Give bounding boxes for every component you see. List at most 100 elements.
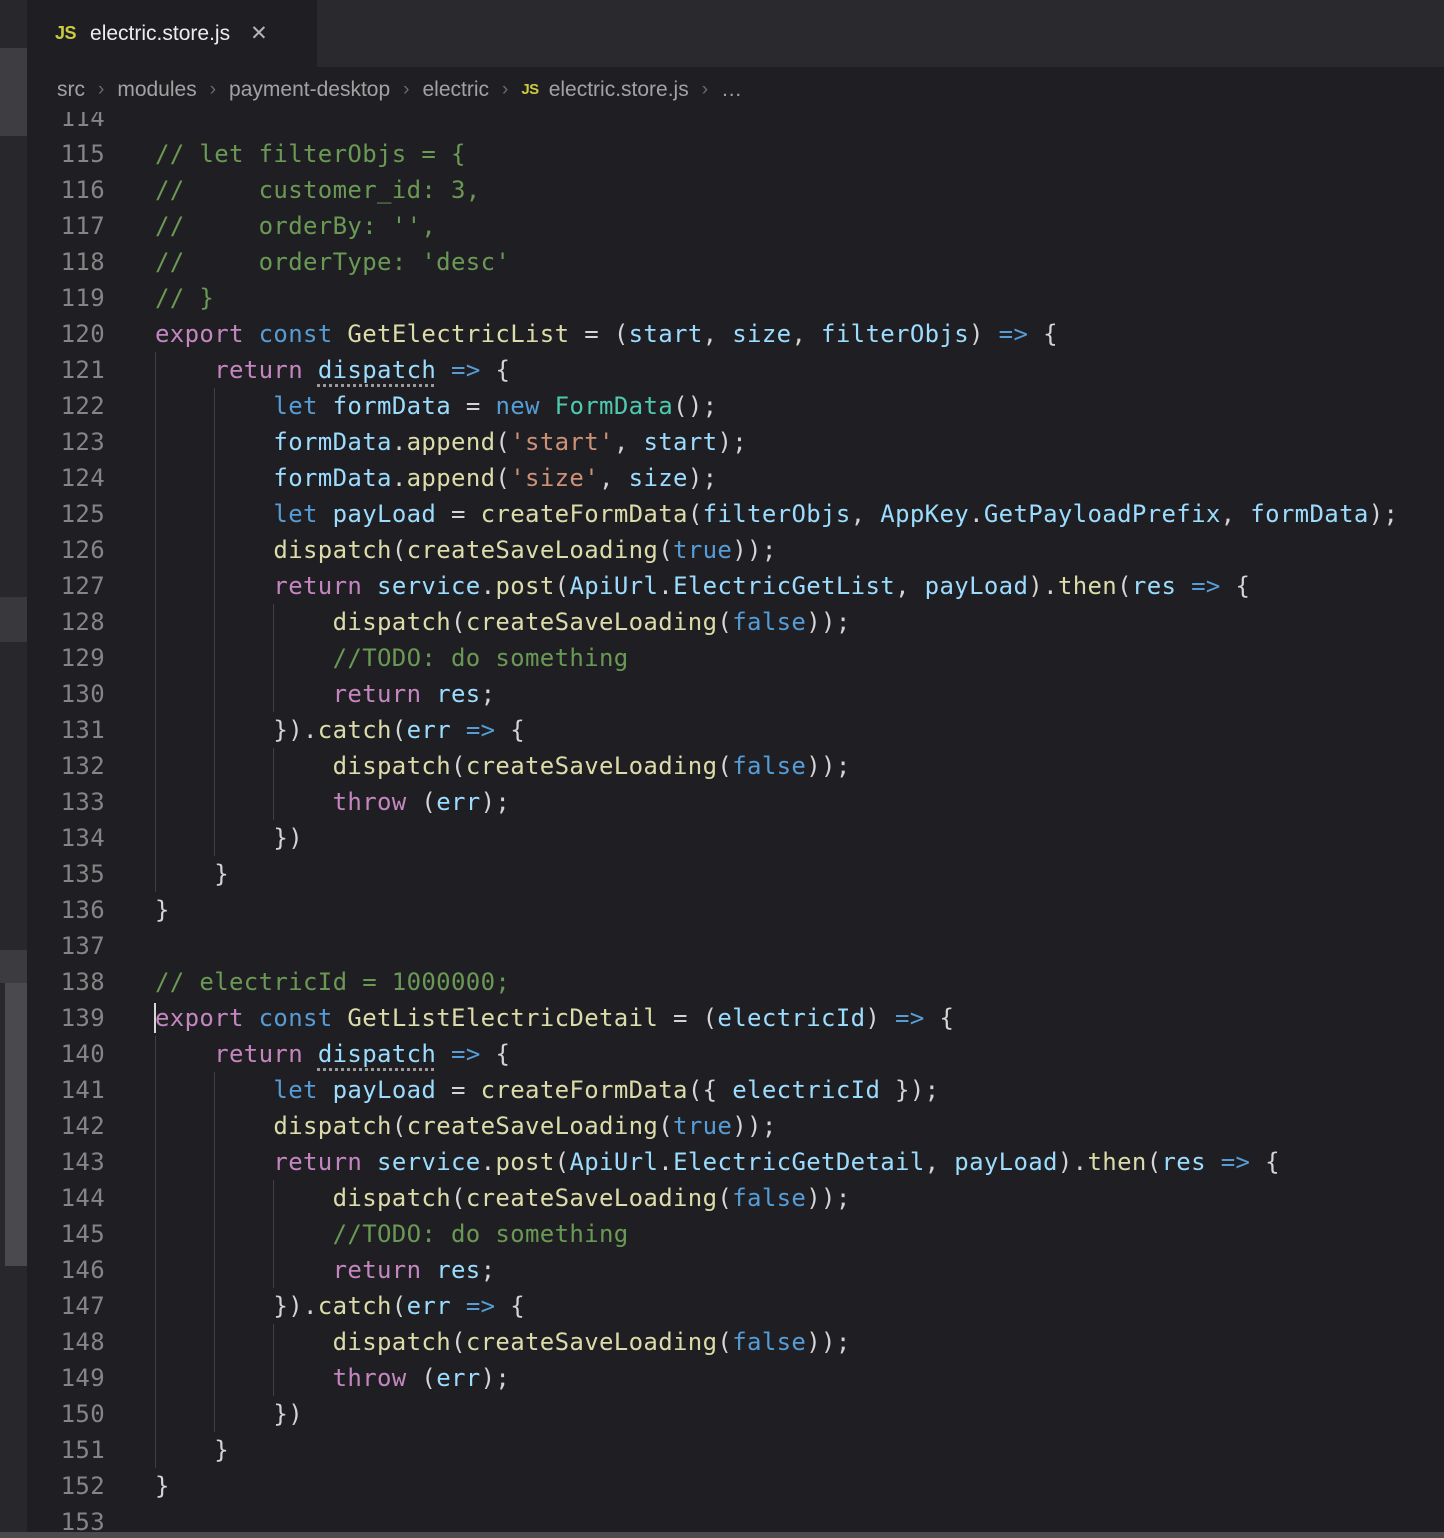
panel-item-highlight [0,48,27,136]
indent-guide [155,856,156,892]
code-line[interactable]: 142 dispatch(createSaveLoading(true)); [27,1108,1444,1144]
line-number[interactable]: 127 [27,568,105,604]
panel-item-highlight [0,597,27,642]
code-line[interactable]: 131 }).catch(err => { [27,712,1444,748]
code-line[interactable]: 126 dispatch(createSaveLoading(true)); [27,532,1444,568]
code-line[interactable]: 130 return res; [27,676,1444,712]
line-number[interactable]: 122 [27,388,105,424]
line-number[interactable]: 141 [27,1072,105,1108]
code-line[interactable]: 135 } [27,856,1444,892]
line-number[interactable]: 137 [27,928,105,964]
line-number[interactable]: 126 [27,532,105,568]
line-number[interactable]: 150 [27,1396,105,1432]
code-line[interactable]: 134 }) [27,820,1444,856]
line-number[interactable]: 114 [27,112,105,136]
code-line[interactable]: 151 } [27,1432,1444,1468]
code-line[interactable]: 146 return res; [27,1252,1444,1288]
code-line[interactable]: 140 return dispatch => { [27,1036,1444,1072]
code-line[interactable]: 137 [27,928,1444,964]
line-number[interactable]: 147 [27,1288,105,1324]
breadcrumb-symbol-tail[interactable]: … [721,78,742,102]
line-number[interactable]: 140 [27,1036,105,1072]
indent-guide [214,568,215,604]
code-text: return dispatch => { [105,1036,1444,1072]
line-number[interactable]: 128 [27,604,105,640]
line-number[interactable]: 119 [27,280,105,316]
code-line[interactable]: 115// let filterObjs = { [27,136,1444,172]
line-number[interactable]: 129 [27,640,105,676]
breadcrumb-item[interactable]: payment-desktop [229,78,390,102]
line-number[interactable]: 121 [27,352,105,388]
code-text: //TODO: do something [105,1216,1444,1252]
line-number[interactable]: 133 [27,784,105,820]
line-number[interactable]: 120 [27,316,105,352]
line-number[interactable]: 151 [27,1432,105,1468]
line-number[interactable]: 134 [27,820,105,856]
code-line[interactable]: 141 let payLoad = createFormData({ elect… [27,1072,1444,1108]
horizontal-scrollbar[interactable] [0,1532,1444,1538]
line-number[interactable]: 143 [27,1144,105,1180]
code-text: }) [105,820,1444,856]
line-number[interactable]: 123 [27,424,105,460]
breadcrumb-item[interactable]: modules [117,78,196,102]
line-number[interactable]: 138 [27,964,105,1000]
code-line[interactable]: 144 dispatch(createSaveLoading(false)); [27,1180,1444,1216]
code-text: } [105,1432,1444,1468]
code-area: 114115// let filterObjs = {116// custome… [27,112,1444,1538]
code-line[interactable]: 143 return service.post(ApiUrl.ElectricG… [27,1144,1444,1180]
code-line[interactable]: 132 dispatch(createSaveLoading(false)); [27,748,1444,784]
code-line[interactable]: 147 }).catch(err => { [27,1288,1444,1324]
code-line[interactable]: 129 //TODO: do something [27,640,1444,676]
line-number[interactable]: 131 [27,712,105,748]
indent-guide [273,640,274,676]
code-line[interactable]: 118// orderType: 'desc' [27,244,1444,280]
line-number[interactable]: 132 [27,748,105,784]
code-line[interactable]: 124 formData.append('size', size); [27,460,1444,496]
code-line[interactable]: 116// customer_id: 3, [27,172,1444,208]
breadcrumb-item[interactable]: src [57,78,85,102]
code-line[interactable]: 122 let formData = new FormData(); [27,388,1444,424]
line-number[interactable]: 145 [27,1216,105,1252]
code-line[interactable]: 128 dispatch(createSaveLoading(false)); [27,604,1444,640]
line-number[interactable]: 130 [27,676,105,712]
code-line[interactable]: 133 throw (err); [27,784,1444,820]
line-number[interactable]: 135 [27,856,105,892]
line-number[interactable]: 144 [27,1180,105,1216]
line-number[interactable]: 124 [27,460,105,496]
line-number[interactable]: 152 [27,1468,105,1504]
code-line[interactable]: 152} [27,1468,1444,1504]
code-line[interactable]: 127 return service.post(ApiUrl.ElectricG… [27,568,1444,604]
code-editor[interactable]: 114115// let filterObjs = {116// custome… [27,112,1444,1538]
line-number[interactable]: 146 [27,1252,105,1288]
code-line[interactable]: 120export const GetElectricList = (start… [27,316,1444,352]
code-line[interactable]: 121 return dispatch => { [27,352,1444,388]
line-number[interactable]: 142 [27,1108,105,1144]
line-number[interactable]: 118 [27,244,105,280]
tab-electric-store-js[interactable]: JS electric.store.js ✕ [27,0,317,67]
breadcrumb-file[interactable]: electric.store.js [549,78,689,102]
line-number[interactable]: 115 [27,136,105,172]
code-text: }).catch(err => { [105,1288,1444,1324]
code-line[interactable]: 145 //TODO: do something [27,1216,1444,1252]
line-number[interactable]: 136 [27,892,105,928]
line-number[interactable]: 148 [27,1324,105,1360]
line-number[interactable]: 125 [27,496,105,532]
line-number[interactable]: 139 [27,1000,105,1036]
line-number[interactable]: 116 [27,172,105,208]
scrollbar-thumb[interactable] [5,983,27,1266]
code-line[interactable]: 136} [27,892,1444,928]
line-number[interactable]: 149 [27,1360,105,1396]
code-line[interactable]: 138// electricId = 1000000; [27,964,1444,1000]
code-line[interactable]: 149 throw (err); [27,1360,1444,1396]
line-number[interactable]: 117 [27,208,105,244]
breadcrumb-item[interactable]: electric [422,78,489,102]
close-tab-icon[interactable]: ✕ [250,23,268,44]
code-line[interactable]: 125 let payLoad = createFormData(filterO… [27,496,1444,532]
code-line[interactable]: 150 }) [27,1396,1444,1432]
code-line[interactable]: 139export const GetListElectricDetail = … [27,1000,1444,1036]
code-line[interactable]: 117// orderBy: '', [27,208,1444,244]
code-line[interactable]: 148 dispatch(createSaveLoading(false)); [27,1324,1444,1360]
code-line[interactable]: 123 formData.append('start', start); [27,424,1444,460]
code-line[interactable]: 114 [27,112,1444,136]
code-line[interactable]: 119// } [27,280,1444,316]
